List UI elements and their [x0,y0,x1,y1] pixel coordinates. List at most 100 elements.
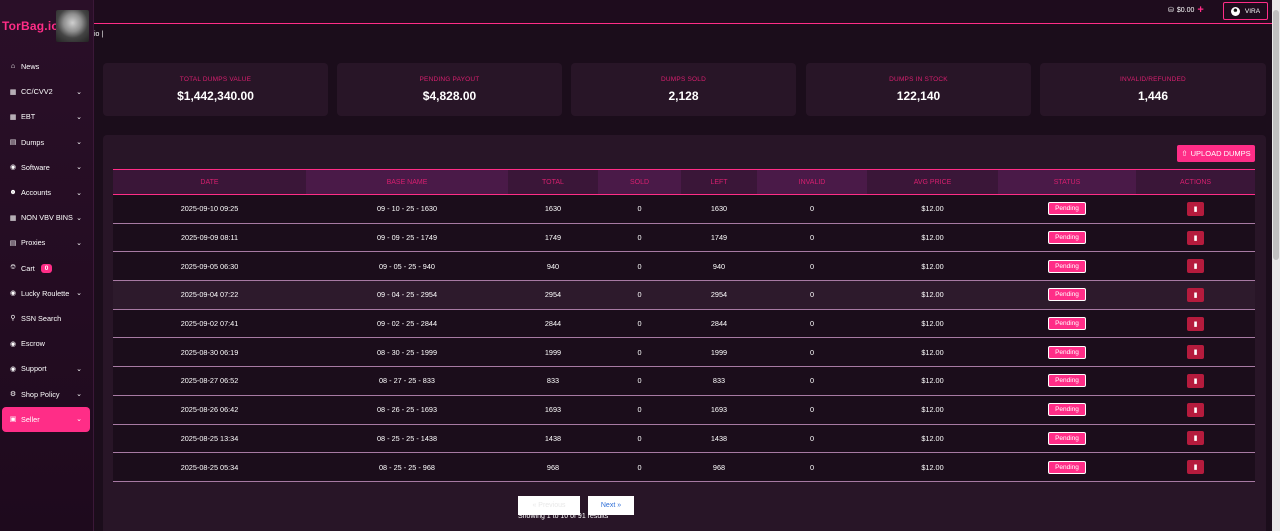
cell-sold: 0 [637,347,642,357]
cell-left: 968 [712,462,726,472]
sidebar-item-label: Cart [21,263,35,273]
cell-date: 2025-08-27 06:52 [180,376,239,386]
delete-button[interactable]: ▮ [1187,287,1204,302]
delete-button[interactable]: ▮ [1187,230,1204,245]
table-row: 2025-08-26 06:42 08 - 26 - 25 - 1693 1693 0… [113,395,1255,424]
cell-invalid: 0 [809,290,815,300]
cell-left: 2844 [710,319,728,329]
sidebar-item-label: Support [21,364,47,374]
chevron-down-icon: ⌄ [76,139,82,147]
roulette-icon: ◉ [9,290,17,298]
cell-sold: 0 [637,261,642,271]
cell-total: 1999 [544,347,562,357]
username: VIRA [1244,7,1261,15]
brand-logo[interactable]: TorBag.io [2,19,59,33]
sidebar-item-dumps[interactable]: ▤ Dumps ⌄ [0,130,94,155]
delete-button[interactable]: ▮ [1187,460,1204,475]
status-badge: Pending [1048,460,1086,474]
cell-price: $12.00 [921,462,944,472]
trash-icon: ▮ [1193,291,1198,299]
user-icon: ☻ [1230,6,1240,16]
sidebar-item-label: NON VBV BINS [21,213,73,223]
column-header-base-name[interactable]: BASE NAME [306,169,508,195]
status-badge: Pending [1048,259,1086,273]
delete-button[interactable]: ▮ [1187,431,1204,446]
sidebar-item-ssn-search[interactable]: ⚲ SSN Search [0,306,94,331]
cell-actions: ▮ [1136,338,1255,367]
sidebar-item-label: Lucky Roulette [21,288,70,298]
column-header-date[interactable]: DATE [113,170,306,195]
cell-price: $12.00 [921,319,944,329]
sidebar-item-proxies[interactable]: ▤ Proxies ⌄ [0,230,94,255]
delete-button[interactable]: ▮ [1187,373,1204,388]
status-badge: Pending [1048,431,1086,445]
status-badge: Pending [1048,202,1086,216]
cell-actions: ▮ [1136,252,1255,281]
sidebar-item-support[interactable]: ◉ Support ⌄ [0,356,94,381]
cell-status: Pending [998,424,1136,453]
cell-date: 2025-08-25 13:34 [180,433,239,443]
table-row: 2025-09-09 08:11 09 - 09 - 25 - 1749 1749 0… [113,223,1255,252]
add-funds-icon[interactable]: + [1197,5,1203,16]
sidebar-item-label: Shop Policy [21,389,60,399]
sidebar-item-label: Proxies [21,238,46,248]
sidebar: TorBag.io ⌂ News ▦ CC/CVV2 ⌄ ▦ EBT ⌄ ▤ D… [0,0,94,531]
cell-invalid: 0 [809,204,815,214]
cell-actions: ▮ [1136,195,1255,224]
cell-total: 968 [546,462,560,472]
user-menu-button[interactable]: ☻ VIRA [1223,2,1268,20]
pagination-info: Showing 1 to 10 of 91 results [518,513,609,520]
sidebar-item-label: Software [21,162,50,172]
status-badge: Pending [1048,231,1086,245]
column-header-left[interactable]: LEFT [681,170,757,195]
sidebar-item-accounts[interactable]: ☻ Accounts ⌄ [0,180,94,205]
delete-button[interactable]: ▮ [1187,345,1204,360]
cell-base: 08 - 30 - 25 - 1999 [376,347,438,357]
upload-dumps-button[interactable]: ⇧ UPLOAD DUMPS [1177,145,1255,162]
sidebar-item-escrow[interactable]: ◉ Escrow [0,331,94,356]
card-icon: ▦ [9,88,17,96]
sidebar-item-shop-policy[interactable]: ⚙ Shop Policy ⌄ [0,381,94,406]
cell-actions: ▮ [1136,309,1255,338]
policy-icon: ⚙ [9,391,17,399]
chevron-down-icon: ⌄ [76,239,82,247]
accounts-icon: ☻ [9,189,17,197]
wallet-balance[interactable]: ⛁ $0.00 + [1168,5,1204,16]
delete-button[interactable]: ▮ [1187,402,1204,417]
cell-price: $12.00 [921,204,944,214]
delete-button[interactable]: ▮ [1187,316,1204,331]
sidebar-item-cart[interactable]: ⎊ Cart 0 [0,256,94,281]
dumps-table: DATE BASE NAME TOTAL SOLD LEFT INVALID A… [113,169,1255,482]
column-header-avg-price[interactable]: AVG PRICE [867,170,998,195]
column-header-total[interactable]: TOTAL [508,170,598,195]
cell-invalid: 0 [809,433,815,443]
cell-sold: 0 [637,462,642,472]
cell-left: 1749 [710,233,728,243]
sidebar-item-lucky-roulette[interactable]: ◉ Lucky Roulette ⌄ [0,281,94,306]
top-bar [94,0,1280,24]
sidebar-item-news[interactable]: ⌂ News [0,54,94,79]
scrollbar-thumb[interactable] [1273,10,1279,260]
software-icon: ◉ [9,164,17,172]
cell-left: 1693 [710,405,728,415]
sidebar-item-software[interactable]: ◉ Software ⌄ [0,155,94,180]
cell-invalid: 0 [809,376,815,386]
delete-button[interactable]: ▮ [1187,201,1204,216]
sidebar-item-ebt[interactable]: ▦ EBT ⌄ [0,104,94,129]
table-header-row: DATE BASE NAME TOTAL SOLD LEFT INVALID A… [113,169,1255,195]
sidebar-item-seller[interactable]: ▣ Seller ⌄ [2,406,90,432]
chevron-down-icon: ⌄ [76,290,82,298]
ebt-icon: ▦ [9,113,17,121]
column-header-status[interactable]: STATUS [998,169,1136,195]
delete-button[interactable]: ▮ [1187,259,1204,274]
sidebar-item-non-vbv-bins[interactable]: ▦ NON VBV BINS ⌄ [0,205,94,230]
column-header-sold[interactable]: SOLD [598,169,681,195]
cell-sold: 0 [637,376,642,386]
column-header-invalid[interactable]: INVALID [757,169,867,195]
avatar[interactable] [56,10,89,42]
cell-status: Pending [998,281,1136,310]
trash-icon: ▮ [1193,464,1198,472]
page-scrollbar[interactable] [1272,0,1280,531]
cell-invalid: 0 [809,462,815,472]
sidebar-item-cc-cvv2[interactable]: ▦ CC/CVV2 ⌄ [0,79,94,104]
